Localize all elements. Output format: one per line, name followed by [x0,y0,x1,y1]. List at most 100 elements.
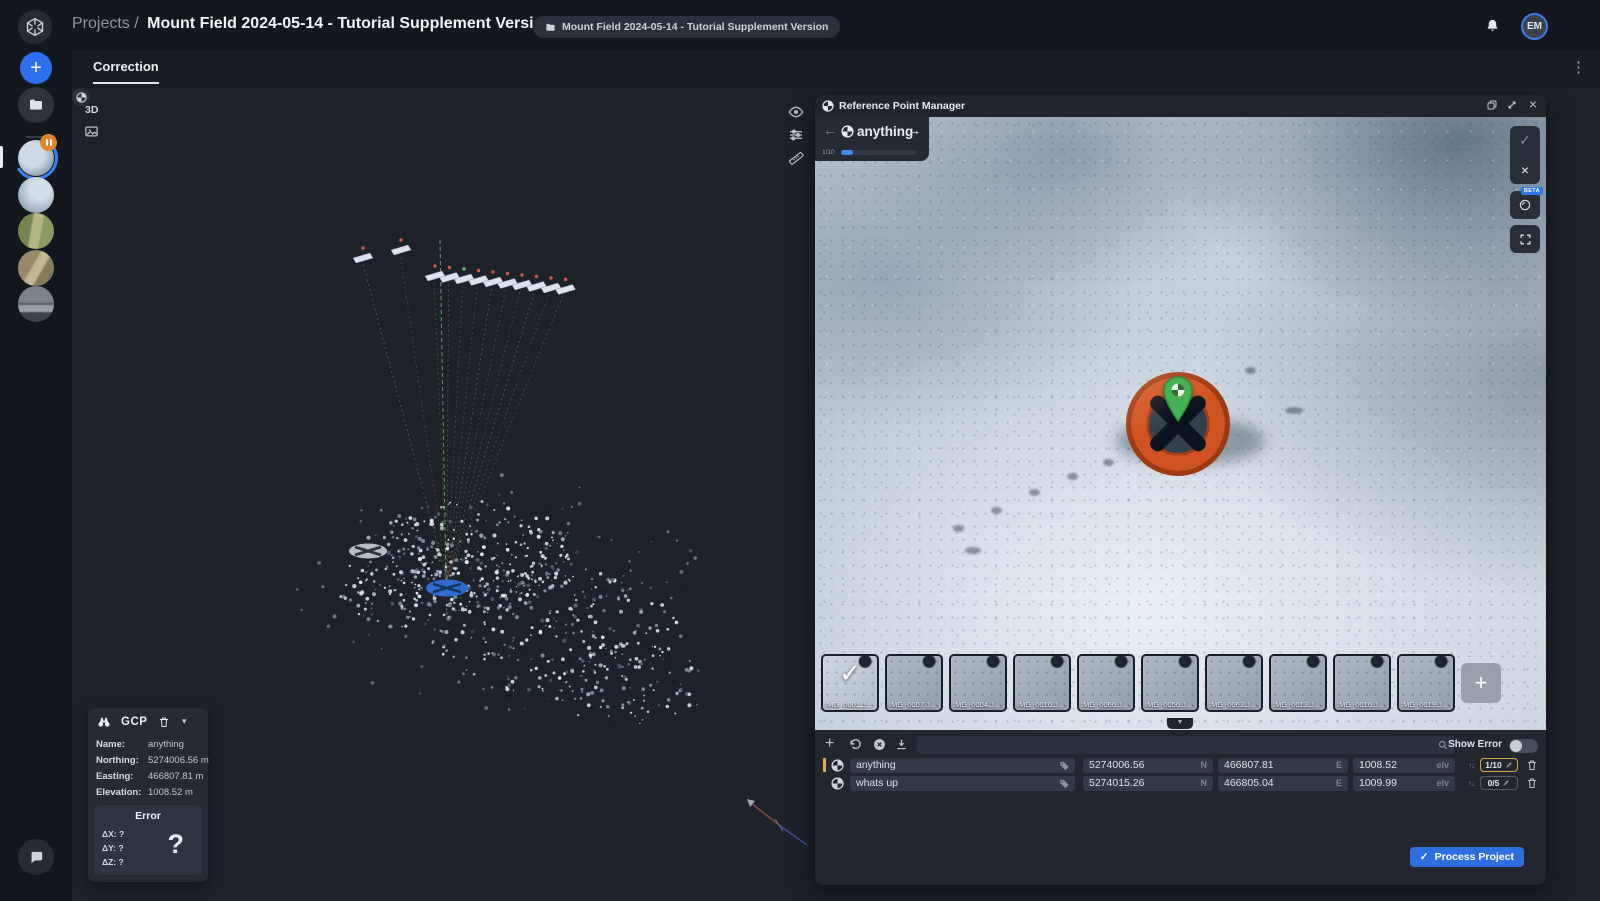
show-error-toggle[interactable] [1509,739,1538,753]
easting-field[interactable]: 466807.81 E [1218,758,1348,773]
auto-detect-button[interactable]: BETA [1510,191,1540,219]
thumbnail-img-0056[interactable]: IMG_0056.J... [1141,654,1199,712]
point-name-field[interactable]: anything [850,758,1075,773]
remove-mark-button[interactable]: × [1510,155,1540,184]
elevation-field[interactable]: 1009.99 elv [1353,776,1455,791]
gcp-panel-title: GCP [121,716,147,728]
gcp-northing-row: Northing:5274006.56 m [96,755,204,766]
confirm-mark-button[interactable]: ✓ [1510,126,1540,155]
axis-gizmo [737,793,817,853]
tag-icon[interactable] [1059,760,1070,771]
sidebar-item-project-3[interactable] [18,213,54,249]
sort-arrows[interactable]: ↑↓ [1468,779,1474,788]
image-count: 1/10 [1485,760,1502,770]
thumbnail-img-0010[interactable]: IMG_0010.J... [1013,654,1071,712]
gcp-target-icon [831,777,845,790]
avatar[interactable]: EM [1521,13,1548,40]
image-count-badge[interactable]: 0/5 [1480,776,1518,790]
thumbnail-label: IMG_0063.J... [1209,700,1256,709]
active-row-indicator [823,758,826,772]
tag-icon[interactable] [1059,778,1070,789]
sort-arrows[interactable]: ↑↓ [1468,761,1474,770]
close-panel-button[interactable]: × [1529,96,1537,112]
point-name: whats up [856,777,898,789]
sidebar-item-project-5[interactable] [18,286,54,322]
thumbnail-img-0019[interactable]: IMG_0019.J... [1397,654,1455,712]
pause-processing-badge[interactable] [40,134,57,151]
thumbnail-img-0004[interactable]: IMG_0004.J... [949,654,1007,712]
image-count: 0/5 [1488,778,1500,788]
process-project-button[interactable]: ✓ Process Project [1410,847,1524,867]
display-settings-button[interactable] [788,127,804,143]
error-delta-y: ΔY: ? [102,843,124,853]
reference-point-pin[interactable] [1160,375,1196,425]
thumbnail-img-0066[interactable]: IMG_0066.J... [1077,654,1135,712]
image-count-badge[interactable]: 1/10 [1480,758,1518,772]
search-input[interactable] [917,736,1455,754]
northing-field[interactable]: 5274015.26 N [1083,776,1213,791]
trash-icon [158,716,170,728]
thumbnail-img-0063[interactable]: IMG_0063.J... [1205,654,1263,712]
delete-point-button[interactable] [1526,777,1538,789]
elevation-value: 1008.52 [1359,759,1397,771]
image-layer-button[interactable] [84,124,99,139]
undo-button[interactable] [849,738,862,751]
thumbnail-label: IMG_0013.J... [1273,700,1320,709]
thumbnail-img-0016[interactable]: IMG_0016.J... [1333,654,1391,712]
error-delta-z: ΔZ: ? [102,857,124,867]
clear-points-button[interactable] [873,738,886,751]
mark-point-group: ✓ × [1510,126,1540,184]
collapse-gcp-panel-button[interactable]: ▾ [182,716,187,727]
image-icon [84,124,99,139]
easting-suffix: E [1336,778,1342,788]
error-box-title: Error [94,810,202,822]
easting-field[interactable]: 466805.04 E [1218,776,1348,791]
row-indicator [823,776,826,790]
tagged-check-icon: ✓ [823,658,877,689]
project-badge[interactable]: Mount Field 2024-05-14 - Tutorial Supple… [533,16,840,38]
panel-header[interactable]: Reference Point Manager × [815,95,1546,117]
breadcrumb: Projects / Mount Field 2024-05-14 - Tuto… [72,15,553,33]
collapse-thumbnails-button[interactable]: ▼ [1167,718,1193,729]
more-options-button[interactable]: ⋮ [1571,58,1586,76]
sidebar-item-project-2[interactable] [18,177,54,213]
previous-point-button[interactable]: ← [823,122,837,138]
delete-gcp-button[interactable] [158,716,170,728]
northing-field[interactable]: 5274006.56 N [1083,758,1213,773]
thumbnail-label: IMG_0004.J... [953,700,1000,709]
reference-image-view[interactable]: ← anything → 1/10 ✓ × BETA [815,117,1546,730]
point-row-whats-up[interactable]: whats up 5274015.26 N 466805.04 E 1009.9… [823,775,1546,791]
elevation-field[interactable]: 1008.52 elv [1353,758,1455,773]
thumbnail-img-0013[interactable]: IMG_0013.J... [1269,654,1327,712]
point-row-anything[interactable]: anything 5274006.56 N 466807.81 E 1008.5… [823,757,1546,773]
export-points-button[interactable] [895,738,908,751]
visibility-toggle-button[interactable] [788,104,804,120]
projects-folder-button[interactable] [18,87,54,123]
thumbnail-img-0001[interactable]: ✓ IMG_0001.J... [821,654,879,712]
delete-point-button[interactable] [1526,759,1538,771]
dock-panel-button[interactable] [1486,99,1498,111]
elevation-suffix: elv [1436,778,1449,788]
chat-support-button[interactable] [18,839,54,875]
add-project-button[interactable]: + [20,52,52,84]
easting-value: 466807.81 [1224,759,1274,771]
project-badge-label: Mount Field 2024-05-14 - Tutorial Supple… [562,21,828,33]
tab-correction[interactable]: Correction [93,59,159,84]
app-logo-icon[interactable] [18,10,52,44]
find-gcp-button[interactable] [97,715,111,729]
next-point-button[interactable]: → [907,122,921,138]
add-point-button[interactable]: + [825,735,834,753]
notifications-bell-icon[interactable] [1485,18,1500,33]
measure-tool-button[interactable] [788,150,804,166]
view-mode-3d-button[interactable]: 3D [85,104,98,116]
point-name-field[interactable]: whats up [850,776,1075,791]
sidebar-item-project-4[interactable] [18,250,54,286]
resize-panel-button[interactable] [1506,99,1518,111]
chat-bubble-icon [28,849,45,866]
breadcrumb-projects-link[interactable]: Projects [72,15,130,32]
fullscreen-image-button[interactable] [1510,225,1540,253]
thumbnail-img-0007[interactable]: IMG_0007.J... [885,654,943,712]
add-image-button[interactable]: + [1461,663,1501,703]
panel-title: Reference Point Manager [839,100,965,112]
folder-icon [545,22,556,33]
